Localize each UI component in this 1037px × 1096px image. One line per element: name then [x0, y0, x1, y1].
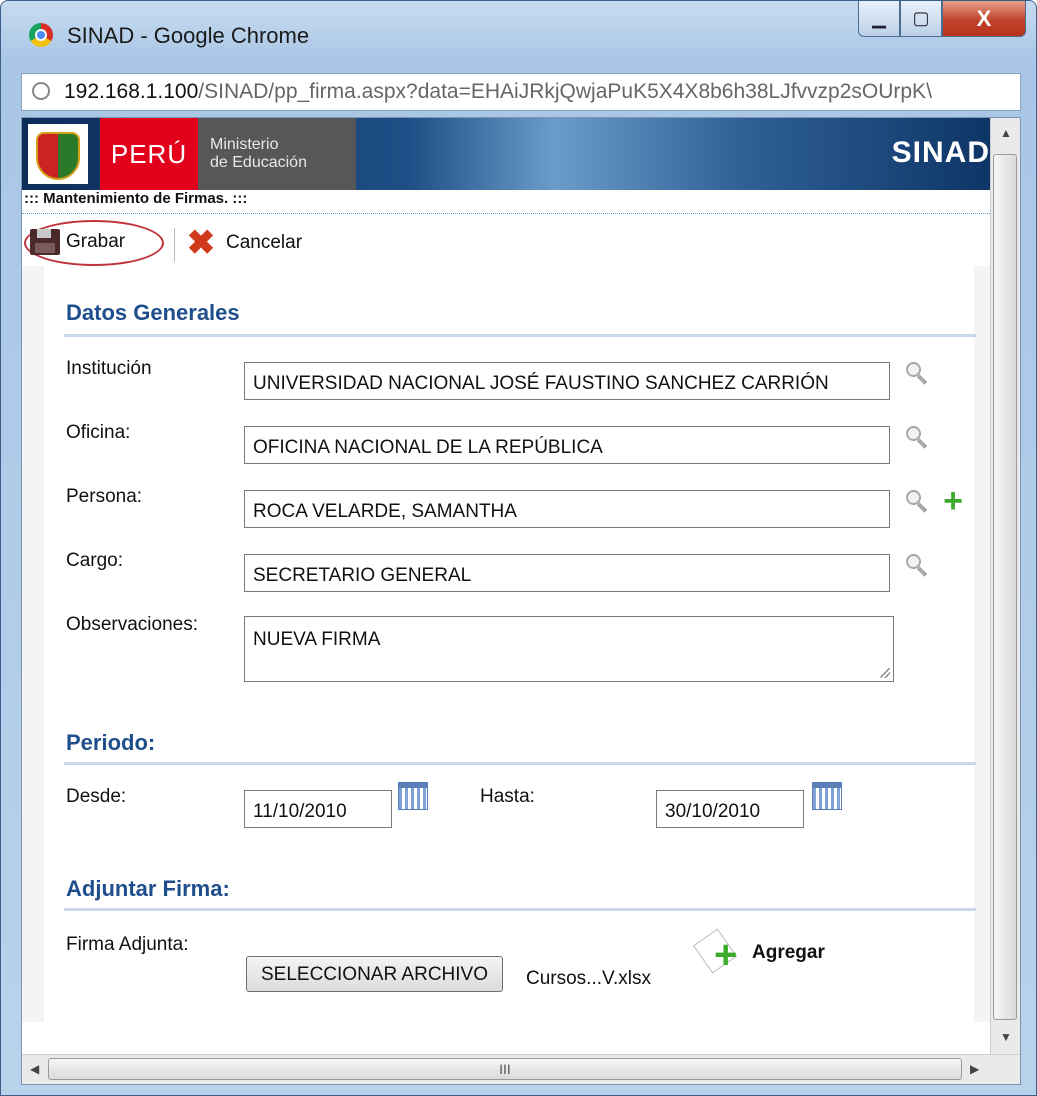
add-file-label[interactable]: Agregar [752, 942, 825, 964]
save-icon [30, 229, 60, 255]
persona-label: Persona: [66, 486, 143, 507]
observaciones-label: Observaciones: [66, 614, 199, 635]
vertical-scrollbar[interactable]: ▲ ▼ [990, 118, 1020, 1056]
toolbar-divider [174, 228, 175, 262]
search-persona-icon[interactable] [906, 490, 932, 516]
persona-field[interactable]: ROCA VELARDE, SAMANTHA [244, 490, 890, 528]
resize-grip-icon[interactable] [880, 668, 890, 678]
maximize-button[interactable]: ▢ [900, 1, 942, 37]
cancel-button[interactable]: ✖ Cancelar [184, 226, 302, 260]
browser-window: SINAD - Google Chrome ▁ ▢ X 192.168.1.10… [0, 0, 1037, 1096]
cargo-label: Cargo: [66, 550, 124, 571]
page-info-icon[interactable] [32, 82, 50, 100]
horizontal-scrollbar[interactable]: ◀ III ▶ [22, 1054, 1020, 1084]
scroll-right-icon[interactable]: ▶ [970, 1062, 979, 1076]
country-label: PERÚ [100, 118, 198, 190]
form-panel: Datos Generales Institución UNIVERSIDAD … [44, 266, 976, 1022]
add-persona-icon[interactable]: + [940, 484, 966, 518]
address-bar[interactable]: 192.168.1.100/SINAD/pp_firma.aspx?data=E… [21, 73, 1021, 111]
institucion-label: Institución [66, 358, 152, 379]
observaciones-textarea[interactable]: NUEVA FIRMA [244, 616, 894, 682]
desde-calendar-icon[interactable] [398, 782, 428, 810]
save-label: Grabar [66, 231, 126, 252]
institucion-field[interactable]: UNIVERSIDAD NACIONAL JOSÉ FAUSTINO SANCH… [244, 362, 890, 400]
header-banner: PERÚ Ministerio de Educación SINAD [22, 118, 990, 190]
section-period-title: Periodo: [66, 730, 156, 755]
firma-label: Firma Adjunta: [66, 934, 189, 955]
address-path: /SINAD/pp_firma.aspx?data=EHAiJRkjQwjaPu… [198, 80, 932, 103]
hasta-calendar-icon[interactable] [812, 782, 842, 810]
save-button[interactable]: Grabar [30, 229, 125, 255]
address-host: 192.168.1.100 [64, 80, 199, 103]
oficina-label: Oficina: [66, 422, 131, 443]
plus-icon: + [714, 933, 738, 977]
vertical-scroll-thumb[interactable] [993, 154, 1017, 1020]
observaciones-value: NUEVA FIRMA [253, 629, 381, 650]
section-divider [64, 908, 976, 911]
chrome-logo-icon [29, 23, 53, 47]
page-viewport: PERÚ Ministerio de Educación SINAD ::: M… [21, 117, 1021, 1085]
scroll-down-icon[interactable]: ▼ [1000, 1030, 1012, 1044]
add-file-icon[interactable]: + [692, 928, 740, 977]
window-controls: ▁ ▢ X [858, 1, 1026, 41]
scroll-up-icon[interactable]: ▲ [1000, 126, 1012, 140]
close-button[interactable]: X [942, 1, 1026, 37]
crest-logo [28, 124, 88, 184]
content-area: Datos Generales Institución UNIVERSIDAD … [22, 266, 990, 1022]
section-attach-title: Adjuntar Firma: [66, 876, 230, 901]
toolbar: Grabar ✖ Cancelar [22, 220, 990, 266]
ministry-line-2: de Educación [210, 154, 307, 171]
desde-label: Desde: [66, 786, 127, 807]
page-title: ::: Mantenimiento de Firmas. ::: [22, 190, 990, 214]
address-url[interactable]: 192.168.1.100/SINAD/pp_firma.aspx?data=E… [64, 80, 1014, 104]
cargo-field[interactable]: SECRETARIO GENERAL [244, 554, 890, 592]
search-institucion-icon[interactable] [906, 362, 932, 388]
hasta-label: Hasta: [480, 786, 535, 807]
coat-of-arms-icon [36, 132, 80, 180]
oficina-field[interactable]: OFICINA NACIONAL DE LA REPÚBLICA [244, 426, 890, 464]
section-divider [64, 334, 976, 337]
title-bar[interactable]: SINAD - Google Chrome ▁ ▢ X [1, 1, 1036, 63]
search-oficina-icon[interactable] [906, 426, 932, 452]
ministry-line-1: Ministerio [210, 136, 279, 153]
selected-file-name: Cursos...V.xlsx [526, 968, 651, 989]
scroll-left-icon[interactable]: ◀ [30, 1062, 39, 1076]
window-title: SINAD - Google Chrome [67, 23, 310, 48]
cancel-icon: ✖ [186, 224, 216, 262]
cancel-label: Cancelar [226, 232, 303, 253]
desde-field[interactable]: 11/10/2010 [244, 790, 392, 828]
hasta-field[interactable]: 30/10/2010 [656, 790, 804, 828]
ministry-label: Ministerio de Educación [198, 118, 356, 190]
search-cargo-icon[interactable] [906, 554, 932, 580]
section-divider [64, 762, 976, 765]
system-name: SINAD [891, 136, 990, 169]
select-file-button[interactable]: SELECCIONAR ARCHIVO [246, 956, 503, 992]
horizontal-scroll-thumb[interactable]: III [48, 1058, 962, 1080]
section-general-title: Datos Generales [66, 300, 240, 325]
minimize-button[interactable]: ▁ [858, 1, 900, 37]
